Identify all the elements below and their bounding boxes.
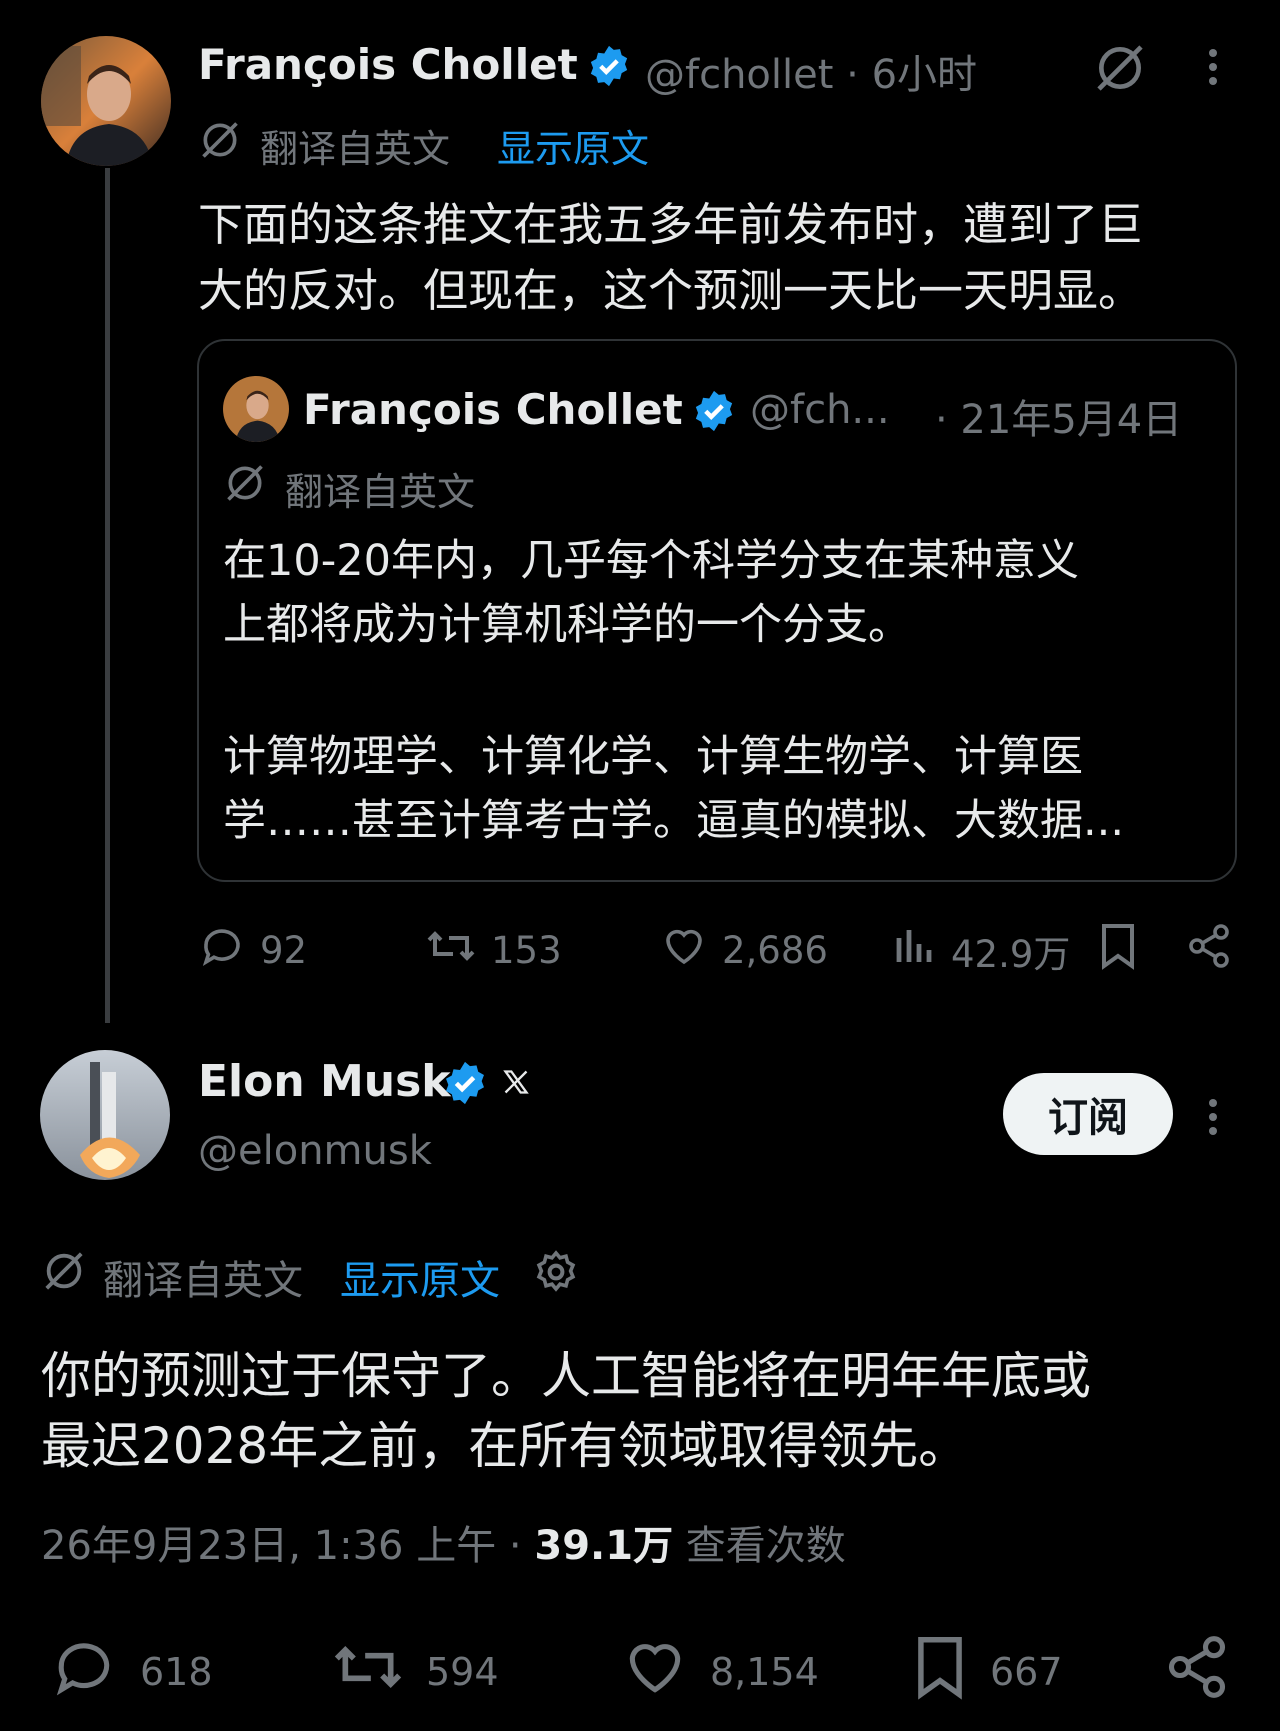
handle-time[interactable]: @fchollet · 6小时 xyxy=(645,42,977,100)
reply-icon xyxy=(198,922,246,979)
show-original-link[interactable]: 显示原文 xyxy=(340,1248,500,1306)
translate-icon xyxy=(41,1248,87,1298)
quoted-date[interactable]: · 21年5月4日 xyxy=(935,387,1182,445)
grok-icon[interactable] xyxy=(1092,40,1148,100)
quoted-translated-label: 翻译自英文 xyxy=(285,470,476,514)
quoted-para1-line1: 在10-20年内，几乎每个科学分支在某种意义 xyxy=(223,536,1079,586)
bookmark-icon xyxy=(910,1633,970,1710)
retweet-icon xyxy=(330,1633,406,1710)
views-label: 查看次数 xyxy=(685,1523,846,1569)
quoted-avatar[interactable] xyxy=(223,376,289,442)
quoted-para2-line1: 计算物理学、计算化学、计算生物学、计算医 xyxy=(223,732,1083,782)
quoted-para1-line2: 上都将成为计算机科学的一个分支。 xyxy=(223,600,911,650)
translated-label: 翻译自英文 xyxy=(260,127,451,171)
timestamp-row: 26年9月23日, 1:36 上午 · 39.1万 查看次数 xyxy=(41,1513,846,1571)
views-count: 39.1万 xyxy=(534,1523,674,1569)
retweet-icon xyxy=(425,922,477,979)
views-button[interactable]: 42.9万 xyxy=(893,922,1070,979)
reply-icon xyxy=(48,1633,120,1710)
retweet-button[interactable]: 153 xyxy=(425,922,562,979)
share-icon[interactable] xyxy=(1163,1633,1231,1705)
tweet-text-line2: 最迟2028年之前，在所有领域取得领先。 xyxy=(41,1417,969,1475)
translate-icon xyxy=(223,461,267,509)
avatar-elon[interactable] xyxy=(40,1050,170,1180)
retweet-button[interactable]: 594 xyxy=(330,1633,499,1710)
thread-line xyxy=(105,168,110,1023)
bookmark-button[interactable]: 667 xyxy=(910,1633,1063,1710)
reply-count: 618 xyxy=(140,1649,213,1694)
retweet-count: 153 xyxy=(491,929,562,972)
translate-icon xyxy=(198,118,242,166)
share-icon[interactable] xyxy=(1185,922,1233,974)
handle[interactable]: @elonmusk xyxy=(198,1128,432,1174)
more-icon[interactable] xyxy=(1209,43,1217,91)
quoted-handle[interactable]: @fch... xyxy=(750,387,890,433)
gear-icon[interactable] xyxy=(532,1248,580,1300)
translated-label: 翻译自英文 xyxy=(103,1258,303,1304)
show-original-link[interactable]: 显示原文 xyxy=(497,118,649,173)
like-button[interactable]: 2,686 xyxy=(660,922,828,979)
bookmark-icon[interactable] xyxy=(1096,922,1140,974)
author-name[interactable]: Elon Musk xyxy=(198,1056,451,1107)
like-button[interactable]: 8,154 xyxy=(620,1633,819,1710)
reply-count: 92 xyxy=(260,929,308,972)
tweet-text-line1: 你的预测过于保守了。人工智能将在明年年底或 xyxy=(41,1347,1091,1405)
verified-badge-icon xyxy=(692,389,736,437)
like-icon xyxy=(620,1633,690,1710)
quoted-author-name[interactable]: François Chollet xyxy=(303,385,683,434)
like-count: 2,686 xyxy=(722,929,828,972)
tweet-text-line2: 大的反对。但现在，这个预测一天比一天明显。 xyxy=(198,264,1144,317)
reply-button[interactable]: 618 xyxy=(48,1633,213,1710)
reply-button[interactable]: 92 xyxy=(198,922,307,979)
like-icon xyxy=(660,922,708,979)
views-icon xyxy=(893,922,937,979)
bookmark-count: 667 xyxy=(990,1649,1063,1694)
more-icon[interactable] xyxy=(1209,1093,1217,1141)
tweet-text-line1: 下面的这条推文在我五多年前发布时，遭到了巨 xyxy=(198,198,1144,251)
timestamp[interactable]: 26年9月23日, 1:36 上午 · xyxy=(41,1523,522,1569)
author-name[interactable]: François Chollet xyxy=(198,40,578,89)
quoted-para2-line2: 学……甚至计算考古学。逼真的模拟、大数据... xyxy=(223,796,1125,846)
verified-badge-icon xyxy=(442,1060,488,1110)
avatar-francois[interactable] xyxy=(41,36,171,166)
retweet-count: 594 xyxy=(426,1649,499,1694)
like-count: 8,154 xyxy=(710,1649,819,1694)
views-count: 42.9万 xyxy=(951,932,1071,976)
subscribe-button[interactable]: 订阅 xyxy=(1003,1073,1173,1155)
x-logo-icon xyxy=(502,1068,530,1100)
verified-badge-icon xyxy=(587,44,631,92)
